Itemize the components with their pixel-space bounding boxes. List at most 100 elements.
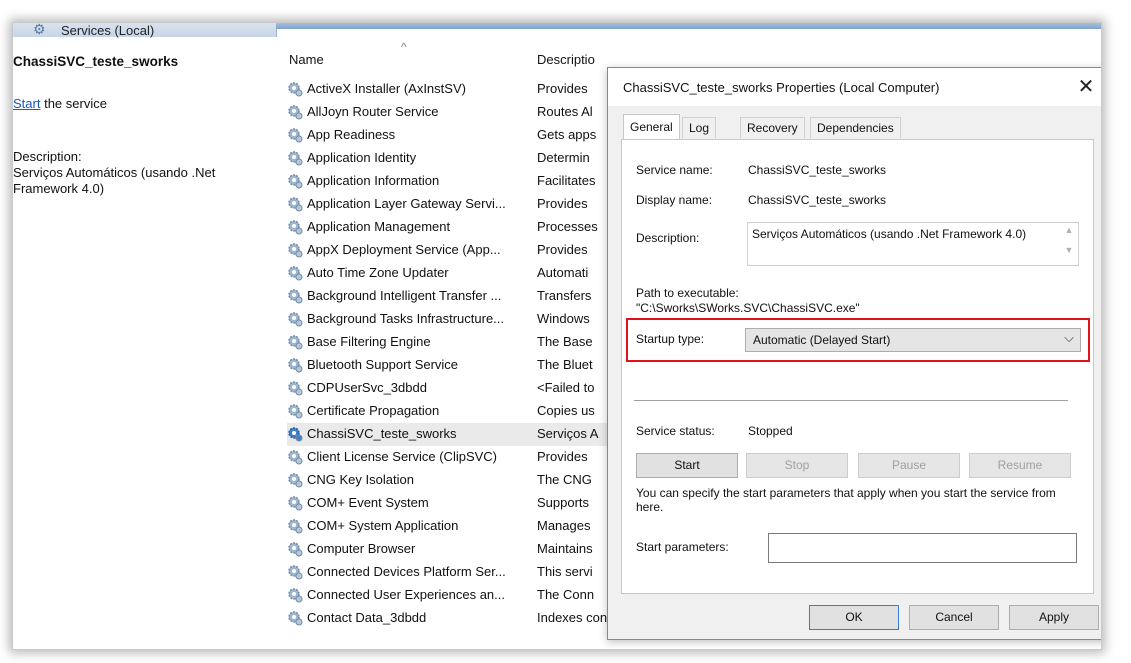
service-name-cell: Base Filtering Engine [307, 334, 431, 349]
service-gear-icon [287, 449, 303, 465]
header-strip: ⚙ Services (Local) [13, 23, 1101, 38]
service-name-cell: Auto Time Zone Updater [307, 265, 449, 280]
close-icon[interactable]: ✕ [1072, 74, 1100, 100]
general-panel: Service name: ChassiSVC_teste_sworks Dis… [621, 139, 1094, 594]
service-gear-icon [287, 265, 303, 281]
service-gear-icon [287, 403, 303, 419]
service-gear-icon [287, 150, 303, 166]
startup-type-value: Automatic (Delayed Start) [753, 333, 891, 347]
cancel-button[interactable]: Cancel [909, 605, 999, 630]
service-name-cell: CNG Key Isolation [307, 472, 414, 487]
service-name-cell: Application Layer Gateway Servi... [307, 196, 506, 211]
service-gear-icon [287, 518, 303, 534]
service-status-value: Stopped [748, 424, 793, 438]
description-text: Serviços Automáticos (usando .Net Framew… [13, 165, 216, 196]
service-name-cell: Background Tasks Infrastructure... [307, 311, 505, 326]
service-description-cell: Supports [537, 495, 590, 510]
service-gear-icon [287, 426, 303, 442]
path-value: "C:\Sworks\SWorks.SVC\ChassiSVC.exe" [636, 301, 860, 315]
service-name-cell: Certificate Propagation [307, 403, 440, 418]
start-params-input[interactable] [768, 533, 1077, 563]
service-description-cell: Transfers [537, 288, 592, 303]
description-label: Description: [13, 149, 82, 164]
service-name-cell: AllJoyn Router Service [307, 104, 439, 119]
description-scrollbar[interactable]: ▲ ▼ [1062, 225, 1076, 263]
start-button[interactable]: Start [636, 453, 738, 478]
tab-log-on[interactable]: Log On [682, 117, 717, 155]
service-gear-icon [287, 127, 303, 143]
service-description-cell: Facilitates [537, 173, 596, 188]
service-description-cell: The Bluet [537, 357, 593, 372]
column-description-label: Descriptio [537, 52, 595, 67]
service-name-cell: Background Intelligent Transfer ... [307, 288, 502, 303]
description-field-label: Description: [636, 231, 700, 245]
service-name-cell: Application Identity [307, 150, 417, 165]
service-gear-icon [287, 357, 303, 373]
service-description-cell: Windows [537, 311, 590, 326]
stop-button[interactable]: Stop [746, 453, 848, 478]
column-name-label: Name [289, 52, 324, 67]
chevron-down-icon: ⌵ [1064, 330, 1074, 345]
service-gear-icon [287, 564, 303, 580]
display-name-value: ChassiSVC_teste_sworks [748, 193, 887, 207]
service-description-cell: Serviços A [537, 426, 599, 441]
header-bar [276, 23, 1101, 29]
service-description-cell: The Conn [537, 587, 595, 602]
service-description-cell: Provides [537, 449, 588, 464]
description-field-text: Serviços Automáticos (usando .Net Framew… [752, 227, 1027, 241]
service-gear-icon [287, 495, 303, 511]
service-name-cell: Connected User Experiences an... [307, 587, 505, 602]
service-name-cell: AppX Deployment Service (App... [307, 242, 501, 257]
service-description-cell: Manages [537, 518, 591, 533]
properties-dialog: ChassiSVC_teste_sworks Properties (Local… [607, 67, 1101, 640]
service-gear-icon [287, 173, 303, 189]
startup-type-select[interactable]: Automatic (Delayed Start) ⌵ [745, 328, 1081, 352]
services-window: ⚙ Services (Local) ChassiSVC_teste_swork… [12, 22, 1102, 650]
service-description-cell: The CNG [537, 472, 592, 487]
column-header-name[interactable]: Name ^ [289, 40, 407, 72]
service-gear-icon [287, 288, 303, 304]
tab-recovery[interactable]: Recovery [740, 117, 805, 138]
service-description-cell: Provides [537, 81, 588, 96]
service-description-cell: Determin [537, 150, 590, 165]
service-description-cell: Automati [537, 265, 589, 280]
service-name-cell: Computer Browser [307, 541, 416, 556]
service-gear-icon [287, 587, 303, 603]
service-name-cell: Contact Data_3dbdd [307, 610, 427, 625]
selected-service-title: ChassiSVC_teste_sworks [13, 54, 179, 69]
service-name-cell: Application Management [307, 219, 451, 234]
tab-general[interactable]: General [623, 114, 680, 139]
service-gear-icon [287, 242, 303, 258]
service-description-cell: Maintains [537, 541, 593, 556]
startup-type-label: Startup type: [636, 332, 705, 346]
tab-dependencies[interactable]: Dependencies [810, 117, 901, 138]
service-name-cell: Bluetooth Support Service [307, 357, 459, 372]
service-description-cell: Routes Al [537, 104, 593, 119]
service-description-cell: This servi [537, 564, 593, 579]
description-field[interactable]: Serviços Automáticos (usando .Net Framew… [747, 222, 1079, 266]
ok-button[interactable]: OK [809, 605, 899, 630]
path-label: Path to executable: [636, 286, 739, 300]
services-local-tab[interactable]: ⚙ Services (Local) [13, 23, 277, 38]
service-name-cell: COM+ System Application [307, 518, 459, 533]
service-name-cell: App Readiness [307, 127, 396, 142]
service-name-cell: ActiveX Installer (AxInstSV) [307, 81, 466, 96]
column-header-description[interactable]: Descriptio [537, 52, 595, 72]
resume-button[interactable]: Resume [969, 453, 1071, 478]
service-status-label: Service status: [636, 424, 715, 438]
start-service-suffix: the service [40, 96, 107, 111]
service-name-cell: ChassiSVC_teste_sworks [307, 426, 457, 441]
service-gear-icon [287, 472, 303, 488]
service-description-cell: The Base [537, 334, 593, 349]
section-divider [634, 400, 1068, 401]
service-description-cell: Provides [537, 242, 588, 257]
service-description-cell: <Failed to [537, 380, 595, 395]
start-service-link[interactable]: Start [13, 96, 40, 111]
dialog-title: ChassiSVC_teste_sworks Properties (Local… [623, 80, 940, 95]
service-gear-icon [287, 610, 303, 626]
pause-button[interactable]: Pause [858, 453, 960, 478]
service-description-cell: Copies us [537, 403, 595, 418]
services-local-label: Services (Local) [61, 23, 155, 38]
apply-button[interactable]: Apply [1009, 605, 1099, 630]
service-gear-icon [287, 541, 303, 557]
